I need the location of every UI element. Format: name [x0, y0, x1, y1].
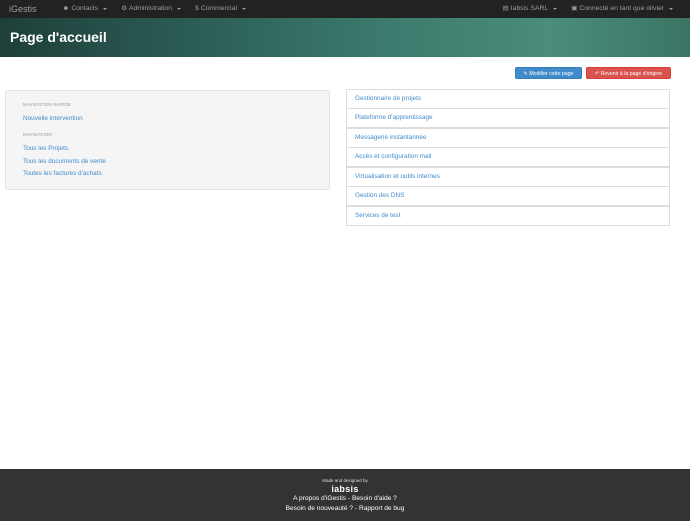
caret-down-icon	[103, 8, 108, 10]
footer-separator: -	[354, 505, 358, 512]
list-item-dns[interactable]: Gestion des DNS	[346, 186, 670, 206]
gear-icon: ⚙	[121, 5, 128, 12]
menu-administration-label: Administration	[129, 5, 173, 12]
lock-icon: ▣	[571, 5, 578, 12]
menu-user-label: Connecté en tant que olivier	[579, 5, 664, 12]
user-icon: ☻	[62, 5, 70, 12]
restore-page-label: Revenir à la page d'origine	[600, 71, 663, 77]
page-header-banner: Page d'accueil	[0, 18, 690, 57]
footer: Made and designed by iabsis A propos d'i…	[0, 469, 690, 521]
quick-nav-header: NAVIGATION RAPIDE	[23, 103, 72, 108]
feature-request-link[interactable]: Besoin de nouveauté ?	[286, 505, 353, 512]
caret-down-icon	[669, 8, 673, 10]
list-item-mail-config[interactable]: Accès et configuration mail	[346, 147, 670, 167]
footer-separator: -	[347, 495, 351, 502]
navigation-panel: NAVIGATION RAPIDE Nouvelle intervention …	[5, 90, 330, 190]
caret-down-icon	[553, 8, 558, 10]
nav-header: NAVIGATION	[23, 133, 52, 138]
brand-link[interactable]: iGestis	[0, 0, 47, 18]
edit-page-label: Modifier cette page	[529, 71, 574, 77]
menu-company-label: Iabsis SARL	[510, 5, 549, 12]
menu-company[interactable]: ▤ Iabsis SARL	[496, 0, 565, 18]
top-navbar: iGestis ☻ Contacts ⚙ Administration $ Co…	[0, 0, 690, 18]
restore-page-button[interactable]: ↶ Revenir à la page d'origine	[586, 67, 671, 79]
menu-contacts[interactable]: ☻ Contacts	[56, 0, 115, 18]
help-link[interactable]: Besoin d'aide ?	[352, 495, 397, 502]
building-icon: ▤	[502, 5, 509, 12]
link-purchase-invoices[interactable]: Toutes les factures d'achats	[23, 170, 102, 177]
menu-contacts-label: Contacts	[71, 5, 99, 12]
list-item-virtualization[interactable]: Virtualisation et outils internes	[346, 167, 670, 187]
list-item-learning-platform[interactable]: Plateforme d'apprentissage	[346, 108, 670, 128]
bug-report-link[interactable]: Rapport de bug	[359, 505, 404, 512]
page-title: Page d'accueil	[10, 29, 107, 45]
list-item-project-manager[interactable]: Gestionnaire de projets	[346, 89, 670, 109]
made-by-text: Made and designed by	[322, 478, 368, 483]
menu-commercial-label: Commercial	[200, 5, 237, 12]
edit-page-button[interactable]: ✎ Modifier cette page	[515, 67, 582, 79]
caret-down-icon	[241, 8, 246, 10]
footer-links-row-2: Besoin de nouveauté ? - Rapport de bug	[0, 505, 690, 512]
menu-user[interactable]: ▣ Connecté en tant que olivier	[564, 0, 690, 18]
dollar-icon: $	[195, 5, 199, 12]
link-new-intervention[interactable]: Nouvelle intervention	[23, 115, 83, 122]
caret-down-icon	[177, 8, 182, 10]
list-item-test-services[interactable]: Services de test	[346, 206, 670, 226]
link-sales-documents[interactable]: Tous les documents de vente	[23, 158, 106, 165]
iabsis-logo[interactable]: iabsis	[0, 484, 690, 494]
about-link[interactable]: A propos d'iGestis	[293, 495, 346, 502]
menu-administration[interactable]: ⚙ Administration	[114, 0, 188, 18]
footer-links-row-1: A propos d'iGestis - Besoin d'aide ?	[0, 495, 690, 502]
list-item-instant-messaging[interactable]: Messagerie instantannée	[346, 128, 670, 148]
link-all-projects[interactable]: Tous les Projets	[23, 145, 68, 152]
menu-commercial[interactable]: $ Commercial	[188, 0, 253, 18]
navbar-right: ▤ Iabsis SARL ▣ Connecté en tant que oli…	[496, 0, 690, 18]
